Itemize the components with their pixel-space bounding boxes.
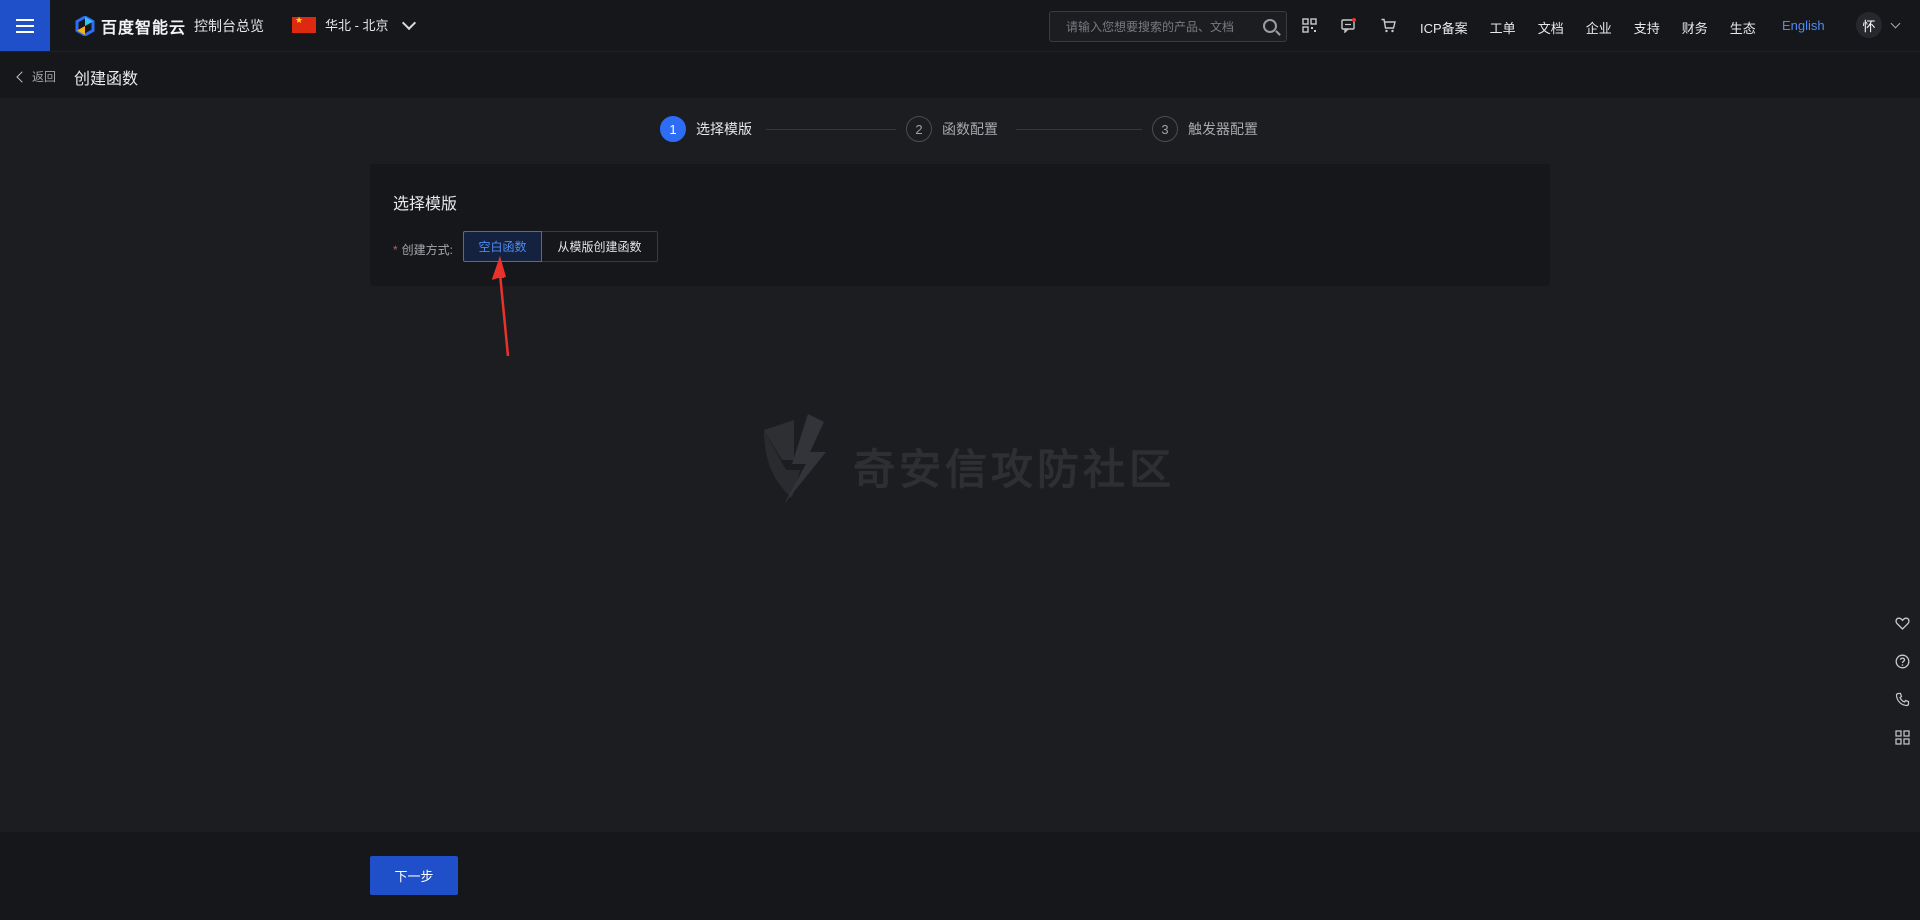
required-mark: * [393, 243, 398, 257]
page-title: 创建函数 [74, 71, 139, 88]
side-phone-button[interactable] [1884, 680, 1920, 718]
template-card: 选择模版 * 创建方式: 空白函数 从模版创建函数 [370, 164, 1550, 286]
chevron-down-icon[interactable] [1890, 18, 1901, 29]
logo-text: 百度智能云 [101, 20, 187, 37]
step-connector [766, 129, 896, 130]
cart-icon[interactable] [1381, 18, 1396, 33]
step-label: 触发器配置 [1188, 121, 1258, 137]
apps-icon [1894, 729, 1910, 745]
message-icon[interactable] [1341, 18, 1356, 33]
favorite-icon [1894, 617, 1910, 630]
search-input[interactable] [1050, 18, 1258, 35]
step-number: 2 [906, 116, 932, 142]
side-apps-button[interactable] [1884, 718, 1920, 756]
logo[interactable]: 百度智能云 [75, 14, 186, 38]
nav-ticket[interactable]: 工单 [1490, 18, 1516, 37]
nav-finance[interactable]: 财务 [1682, 18, 1708, 37]
language-switch[interactable]: English [1782, 18, 1825, 33]
hamburger-menu-button[interactable] [0, 0, 50, 51]
footer-bar: 下一步 [0, 832, 1920, 920]
page-header: 返回 创建函数 [0, 52, 1920, 98]
search-icon[interactable] [1263, 19, 1277, 33]
watermark: 奇安信攻防社区 [756, 414, 1171, 504]
avatar[interactable]: 怀 [1856, 12, 1882, 38]
annotation-arrow-icon [492, 256, 510, 357]
step-2: 2 函数配置 [906, 116, 998, 142]
step-1: 1 选择模版 [660, 116, 752, 142]
step-label: 选择模版 [696, 121, 752, 137]
stepper: 1 选择模版 2 函数配置 3 触发器配置 [660, 116, 1260, 144]
step-connector [1016, 129, 1142, 130]
region-selector[interactable]: 华北 - 北京 [292, 15, 416, 34]
watermark-text: 奇安信攻防社区 [853, 446, 1176, 493]
chevron-left-icon [16, 70, 28, 83]
nav-support[interactable]: 支持 [1634, 18, 1660, 37]
lightning-shield-icon [764, 414, 826, 504]
top-navbar: 百度智能云 控制台总览 华北 - 北京 ICP备案 工单 文档 企业 支持 财务… [0, 0, 1920, 52]
back-button[interactable]: 返回 [16, 68, 57, 85]
search-box [1049, 11, 1287, 42]
create-method-text: 创建方式: [401, 243, 454, 257]
next-step-button[interactable]: 下一步 [370, 856, 458, 895]
baidu-cloud-logo-icon [75, 16, 95, 36]
from-template-option[interactable]: 从模版创建函数 [542, 231, 658, 262]
top-nav-links: ICP备案 工单 文档 企业 支持 财务 生态 [1420, 18, 1778, 37]
nav-icp[interactable]: ICP备案 [1420, 18, 1468, 37]
step-3: 3 触发器配置 [1152, 116, 1258, 142]
back-label: 返回 [32, 70, 57, 84]
side-toolbar [1884, 604, 1920, 756]
menu-icon [16, 24, 34, 27]
nav-docs[interactable]: 文档 [1538, 18, 1564, 37]
phone-icon [1895, 692, 1909, 706]
side-help-button[interactable] [1884, 642, 1920, 680]
chevron-down-icon [401, 15, 416, 30]
nav-enterprise[interactable]: 企业 [1586, 18, 1612, 37]
side-favorite-button[interactable] [1884, 604, 1920, 642]
step-number: 3 [1152, 116, 1178, 142]
step-label: 函数配置 [942, 121, 998, 137]
step-number: 1 [660, 116, 686, 142]
qrcode-icon[interactable] [1302, 18, 1317, 33]
help-icon [1895, 654, 1909, 668]
console-overview-link[interactable]: 控制台总览 [194, 16, 264, 36]
create-method-label: * 创建方式: [393, 241, 453, 258]
card-title: 选择模版 [393, 196, 458, 213]
nav-ecosystem[interactable]: 生态 [1730, 18, 1756, 37]
region-label: 华北 - 北京 [325, 18, 389, 33]
china-flag-icon [292, 15, 316, 33]
